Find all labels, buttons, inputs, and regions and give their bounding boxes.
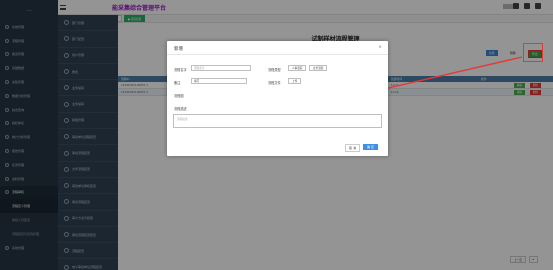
remark-input[interactable]: 填写 bbox=[191, 78, 247, 84]
confirm-button[interactable]: 确 定 bbox=[363, 144, 378, 150]
dialog-title: 新增 bbox=[174, 47, 183, 52]
remark-label: 备注 bbox=[174, 81, 181, 85]
flow-chart-label: 流程图 bbox=[174, 94, 184, 98]
close-icon[interactable]: × bbox=[378, 45, 382, 50]
flow-name-input[interactable]: 流程名字 bbox=[191, 65, 251, 71]
dialog-divider bbox=[167, 54, 388, 55]
flow-name-label: 流程名字 bbox=[174, 68, 187, 72]
flow-desc-textarea[interactable]: 流程描述 bbox=[173, 114, 382, 128]
add-dialog: 新增 × 流程名字 流程名字 流程类型 人事流程 业务流程 备注 填写 流程文件… bbox=[167, 41, 388, 156]
upload-button[interactable]: 上传 bbox=[288, 78, 302, 84]
flow-type-label: 流程类型 bbox=[268, 68, 281, 72]
flow-file-label: 流程文件 bbox=[268, 81, 281, 85]
type-hr-button[interactable]: 人事流程 bbox=[288, 65, 307, 71]
flow-desc-label: 流程描述 bbox=[174, 107, 187, 111]
cancel-button[interactable]: 取 消 bbox=[345, 144, 360, 152]
type-business-button[interactable]: 业务流程 bbox=[309, 65, 328, 71]
